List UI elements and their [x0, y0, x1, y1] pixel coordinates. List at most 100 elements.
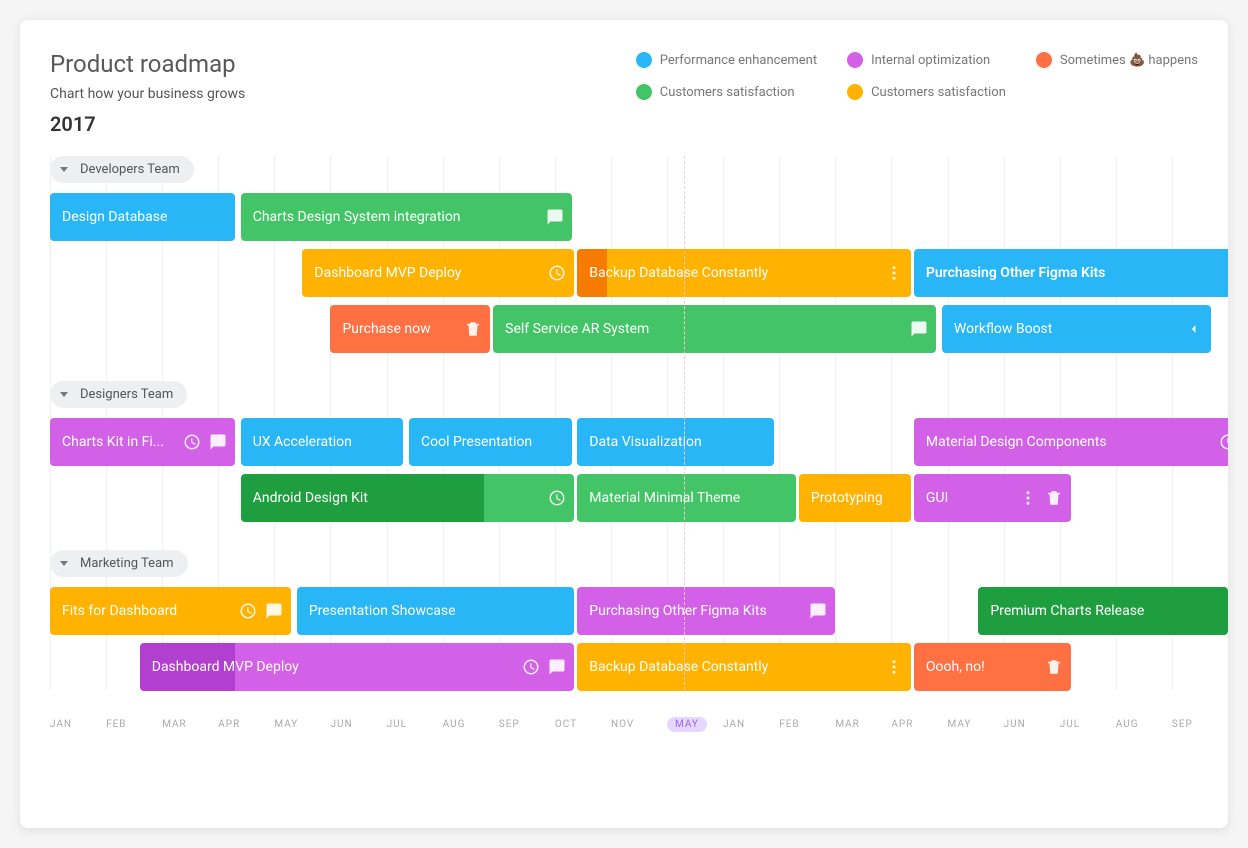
bar-label: Presentation Showcase	[309, 603, 563, 619]
bar-label: Premium Charts Release	[990, 603, 1216, 619]
page-title: Product roadmap	[50, 50, 245, 78]
month-tick: NOV	[611, 719, 667, 730]
legend-label: Customers satisfaction	[660, 85, 795, 100]
bar-label: Purchase now	[342, 321, 478, 337]
month-tick: MAY	[948, 719, 1004, 730]
gantt-bar[interactable]: Cool Presentation	[409, 418, 572, 466]
month-tick: JUL	[1060, 719, 1116, 730]
bar-label: Material Minimal Theme	[589, 490, 784, 506]
legend-label: Sometimes 💩 happens	[1060, 53, 1198, 68]
gantt-bar[interactable]: Fits for Dashboard	[50, 587, 291, 635]
group-pill[interactable]: Marketing Team	[50, 550, 188, 577]
gantt-bar[interactable]: Presentation Showcase	[297, 587, 575, 635]
bar-label: Android Design Kit	[253, 490, 563, 506]
legend-label: Internal optimization	[871, 53, 990, 68]
legend-item: Customers satisfaction	[847, 82, 1006, 102]
month-tick: MAY	[274, 719, 330, 730]
year-label: 2017	[20, 112, 1228, 136]
legend-item: Customers satisfaction	[636, 82, 817, 102]
legend-label: Customers satisfaction	[871, 85, 1006, 100]
legend-label: Performance enhancement	[660, 53, 817, 68]
gantt-bar[interactable]: Purchasing Other Figma Kits	[577, 587, 835, 635]
bar-label: Dashboard MVP Deploy	[152, 659, 563, 675]
month-tick: FEB	[779, 719, 835, 730]
gantt-bar[interactable]: Backup Database Constantly	[577, 643, 911, 691]
group-label: Designers Team	[80, 387, 173, 402]
group-pill[interactable]: Developers Team	[50, 156, 194, 183]
gantt-bar[interactable]: GUI	[914, 474, 1071, 522]
gantt-bar[interactable]: Design Database	[50, 193, 235, 241]
gantt-chart: Developers Team Design Database Charts Des…	[20, 156, 1228, 730]
gantt-bar[interactable]: Material Minimal Theme	[577, 474, 796, 522]
gantt-bar[interactable]: UX Acceleration	[241, 418, 404, 466]
month-tick: SEP	[499, 719, 555, 730]
month-tick: SEP	[1172, 719, 1228, 730]
gantt-bar[interactable]: Prototyping	[799, 474, 911, 522]
group-label: Developers Team	[80, 162, 180, 177]
gantt-bar[interactable]: Data Visualization	[577, 418, 773, 466]
chevron-down-icon	[60, 167, 68, 172]
month-tick: FEB	[106, 719, 162, 730]
bar-label: Oooh, no!	[926, 659, 1059, 675]
bar-label: Purchasing Other Figma Kits	[926, 265, 1228, 281]
legend-dot	[1036, 52, 1052, 68]
bar-label: Charts Design System integration	[253, 209, 560, 225]
bar-label: Charts Kit in Fi...	[62, 434, 223, 450]
roadmap-card: Product roadmap Chart how your business …	[20, 20, 1228, 828]
bar-label: Fits for Dashboard	[62, 603, 279, 619]
group-pill[interactable]: Designers Team	[50, 381, 187, 408]
gantt-bar[interactable]: Dashboard MVP Deploy	[302, 249, 574, 297]
gantt-bar[interactable]: Dashboard MVP Deploy	[140, 643, 575, 691]
bar-label: Material Design Components	[926, 434, 1228, 450]
group-label: Marketing Team	[80, 556, 174, 571]
month-tick: AUG	[443, 719, 499, 730]
month-tick: JUN	[330, 719, 386, 730]
bar-label: Workflow Boost	[954, 321, 1199, 337]
month-tick: MAY	[667, 719, 723, 730]
gantt-bar[interactable]: Self Service AR System	[493, 305, 936, 353]
legend: Performance enhancement Internal optimiza…	[636, 50, 1198, 102]
month-axis: JANFEBMARAPRMAYJUNJULAUGSEPOCTNOVMAYJANF…	[20, 719, 1228, 730]
month-tick: JUL	[387, 719, 443, 730]
legend-item: Internal optimization	[847, 50, 1006, 70]
gantt-bar[interactable]: Charts Design System integration	[241, 193, 572, 241]
gantt-bar[interactable]: Purchase now	[330, 305, 490, 353]
page-subtitle: Chart how your business grows	[50, 86, 245, 102]
bar-label: Design Database	[62, 209, 223, 225]
legend-dot	[847, 52, 863, 68]
gantt-bar[interactable]: Premium Charts Release	[978, 587, 1228, 635]
gantt-bar[interactable]: Oooh, no!	[914, 643, 1071, 691]
month-tick: APR	[891, 719, 947, 730]
bar-label: Dashboard MVP Deploy	[314, 265, 562, 281]
bar-label: Purchasing Other Figma Kits	[589, 603, 823, 619]
chevron-down-icon	[60, 561, 68, 566]
gantt-bar[interactable]: Workflow Boost	[942, 305, 1211, 353]
bar-label: Self Service AR System	[505, 321, 924, 337]
bar-label: Data Visualization	[589, 434, 761, 450]
month-tick: MAR	[162, 719, 218, 730]
gantt-bar[interactable]: Backup Database Constantly	[577, 249, 911, 297]
bar-label: Cool Presentation	[421, 434, 560, 450]
gantt-bar[interactable]: Material Design Components	[914, 418, 1228, 466]
legend-dot	[636, 52, 652, 68]
gantt-bar[interactable]: Charts Kit in Fi...	[50, 418, 235, 466]
month-tick: JAN	[50, 719, 106, 730]
bar-label: GUI	[926, 490, 1059, 506]
legend-dot	[847, 84, 863, 100]
month-tick: JAN	[723, 719, 779, 730]
legend-item: Performance enhancement	[636, 50, 817, 70]
chevron-down-icon	[60, 392, 68, 397]
legend-item: Sometimes 💩 happens	[1036, 50, 1198, 70]
month-tick: OCT	[555, 719, 611, 730]
bar-label: Prototyping	[811, 490, 899, 506]
month-tick: MAR	[835, 719, 891, 730]
month-tick: APR	[218, 719, 274, 730]
gantt-bar[interactable]: Purchasing Other Figma Kits	[914, 249, 1228, 297]
bar-label: Backup Database Constantly	[589, 265, 899, 281]
month-tick: AUG	[1116, 719, 1172, 730]
month-tick: JUN	[1004, 719, 1060, 730]
gantt-bar[interactable]: Android Design Kit	[241, 474, 575, 522]
bar-label: Backup Database Constantly	[589, 659, 899, 675]
bar-label: UX Acceleration	[253, 434, 392, 450]
legend-dot	[636, 84, 652, 100]
